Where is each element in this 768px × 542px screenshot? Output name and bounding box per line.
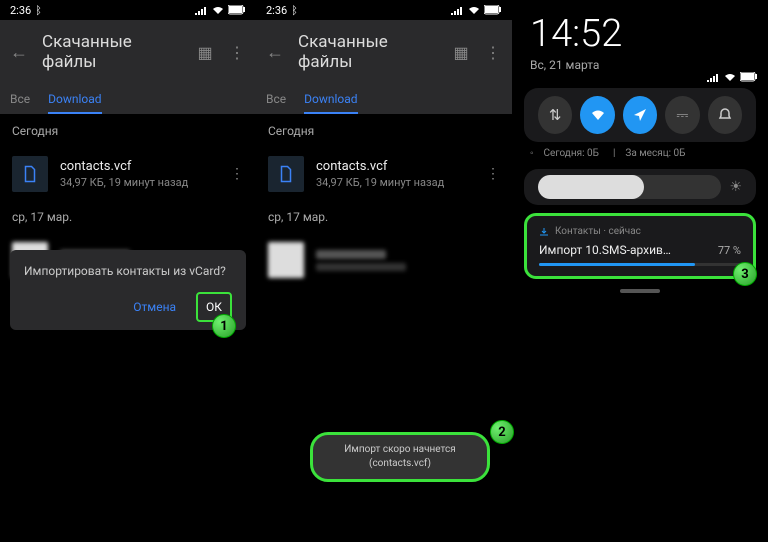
status-bar: 2:36ᛒ [256, 0, 512, 20]
status-icons [450, 5, 502, 15]
more-icon[interactable]: ⋮ [228, 43, 246, 62]
download-icon [539, 227, 549, 237]
app-header: ← Скачанные файлы ▦ ⋮ Все Download [0, 20, 256, 114]
tab-download[interactable]: Download [304, 86, 357, 114]
battery-icon [740, 72, 758, 82]
grid-view-icon[interactable]: ▦ [452, 43, 470, 62]
battery-icon [484, 5, 502, 15]
location-toggle[interactable] [623, 96, 657, 134]
notification-percent: 77 % [718, 244, 741, 257]
back-icon[interactable]: ← [266, 42, 284, 63]
dialog-message: Импортировать контакты из vCard? [24, 264, 232, 278]
file-meta: 34,97 КБ, 19 минут назад [60, 176, 218, 189]
signal-icon [706, 72, 720, 82]
section-today: Сегодня [256, 114, 512, 148]
section-date: ср, 17 мар. [0, 200, 256, 234]
app-header: ← Скачанные файлы ▦ ⋮ Все Download [256, 20, 512, 114]
status-icons [706, 72, 758, 82]
data-toggle[interactable]: ⇅ [538, 96, 572, 134]
file-meta: 34,97 КБ, 19 минут назад [316, 176, 474, 189]
signal-icon [450, 5, 464, 15]
file-icon [268, 156, 304, 192]
step-badge-3: 3 [733, 262, 757, 286]
file-icon [12, 156, 48, 192]
grid-view-icon[interactable]: ▦ [196, 43, 214, 62]
step-badge-1: 1 [212, 314, 236, 338]
step-badge-2: 2 [490, 420, 514, 444]
bluetooth-icon: ᛒ [35, 4, 42, 17]
wifi-icon [724, 72, 736, 82]
section-date: ср, 17 мар. [256, 200, 512, 234]
cancel-button[interactable]: Отмена [129, 294, 180, 320]
file-row-blurred [256, 234, 512, 286]
file-row[interactable]: contacts.vcf 34,97 КБ, 19 минут назад ⋮ [0, 148, 256, 200]
back-icon[interactable]: ← [10, 42, 28, 63]
quick-settings: ⇅ ⎓ [524, 88, 756, 142]
notification-title: Импорт 10.SMS-архив… [539, 243, 671, 257]
clock: 14:52 [512, 0, 768, 56]
tabs: Все Download [266, 86, 502, 114]
tab-download[interactable]: Download [48, 86, 101, 114]
status-icons [194, 5, 246, 15]
file-row[interactable]: contacts.vcf 34,97 КБ, 19 минут назад ⋮ [256, 148, 512, 200]
section-today: Сегодня [0, 114, 256, 148]
more-icon[interactable]: ⋮ [484, 43, 502, 62]
tab-all[interactable]: Все [266, 86, 286, 114]
tab-all[interactable]: Все [10, 86, 30, 114]
file-more-icon[interactable]: ⋮ [230, 166, 244, 182]
file-name: contacts.vcf [316, 159, 474, 174]
battery-icon [228, 5, 246, 15]
wifi-toggle[interactable] [580, 96, 614, 134]
data-usage: ◦Сегодня: 0Б | За месяц: 0Б [512, 142, 768, 165]
file-more-icon[interactable]: ⋮ [486, 166, 500, 182]
plug-toggle[interactable]: ⎓ [665, 96, 699, 134]
brightness-slider[interactable]: ☀ [524, 169, 756, 205]
brightness-icon: ☀ [729, 179, 742, 195]
wifi-icon [212, 5, 224, 15]
page-title: Скачанные файлы [298, 32, 438, 72]
wifi-icon [468, 5, 480, 15]
page-title: Скачанные файлы [42, 32, 182, 72]
bluetooth-icon: ᛒ [291, 4, 298, 17]
file-name: contacts.vcf [60, 159, 218, 174]
tabs: Все Download [10, 86, 246, 114]
signal-icon [194, 5, 208, 15]
dnd-toggle[interactable] [708, 96, 742, 134]
import-toast: Импорт скоро начнется (contacts.vcf) [310, 432, 490, 482]
collapse-handle[interactable] [620, 289, 660, 293]
progress-bar [539, 263, 741, 266]
import-dialog: Импортировать контакты из vCard? Отмена … [10, 250, 246, 330]
import-notification[interactable]: Контакты · сейчас Импорт 10.SMS-архив… 7… [524, 213, 756, 279]
status-bar: 2:36ᛒ [0, 0, 256, 20]
